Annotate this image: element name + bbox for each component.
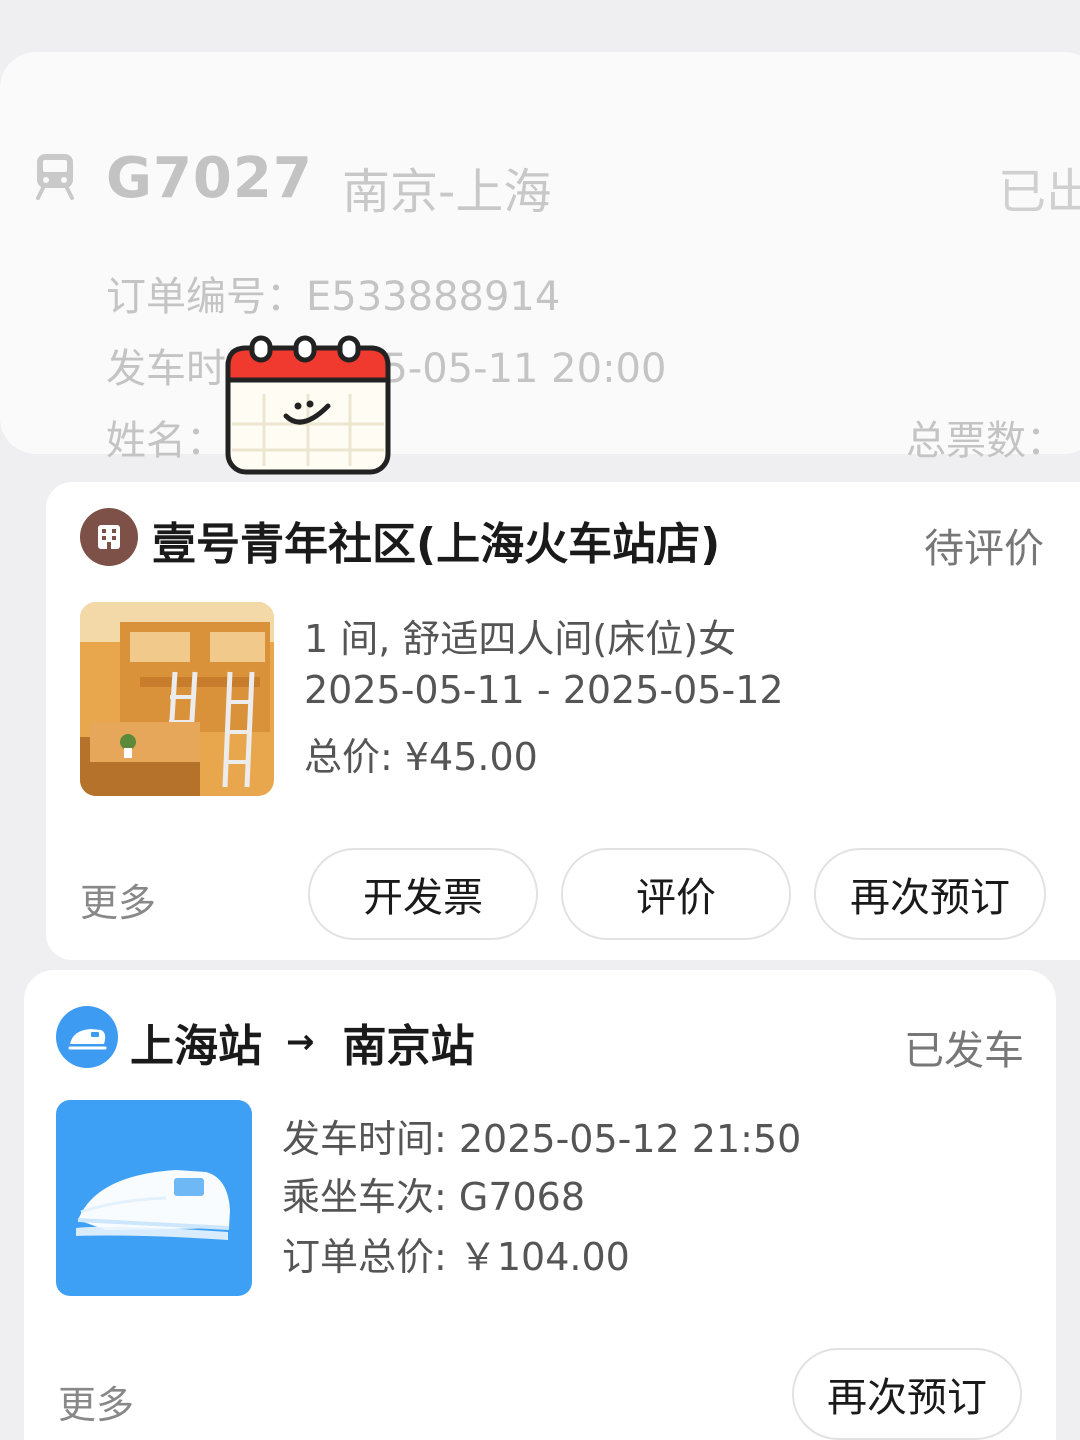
train-number: G7027 (106, 146, 313, 211)
train-order-card[interactable]: 上海站 → 南京站 已发车 发车时间: 2025-05-12 21:50 乘坐车… (24, 970, 1056, 1440)
calendar-smile-sticker (224, 334, 392, 476)
invoice-button[interactable]: 开发票 (308, 848, 538, 940)
order-number-label: 订单编号： (106, 274, 306, 320)
train-rebook-button[interactable]: 再次预订 (792, 1348, 1022, 1440)
origin-station: 上海站 (130, 1021, 262, 1072)
order-number-row: 订单编号：E533888914 (106, 264, 560, 322)
hotel-total-price: 总价: ¥45.00 (304, 735, 538, 779)
hotel-building-icon (80, 508, 138, 566)
order-status: 已出 (998, 164, 1080, 220)
train-depart-time: 发车时间: 2025-05-12 21:50 (282, 1117, 802, 1161)
train-number-info: 乘坐车次: G7068 (282, 1175, 586, 1219)
hotel-order-status: 待评价 (924, 526, 1044, 572)
destination-station: 南京站 (342, 1021, 475, 1072)
passenger-name-label: 姓名： (106, 418, 226, 464)
high-speed-train-icon[interactable] (56, 1100, 252, 1296)
route-arrow: → (286, 1022, 315, 1062)
total-tickets-label: 总票数： (906, 418, 1066, 464)
train-route-title[interactable]: 上海站 → 南京站 (130, 1010, 475, 1074)
train-icon (36, 154, 74, 200)
train-route: 南京-上海 (342, 164, 552, 220)
train-badge-icon (56, 1006, 118, 1068)
hotel-more-link[interactable]: 更多 (80, 872, 156, 927)
train-total-price: 订单总价: ￥104.00 (282, 1235, 630, 1279)
room-description: 1 间, 舒适四人间(床位)女 (304, 617, 737, 661)
train-order-card-faded[interactable]: G7027 南京-上海 已出 订单编号：E533888914 发车时间：2025… (0, 52, 1080, 464)
train-order-status: 已发车 (904, 1028, 1024, 1074)
hotel-rebook-button[interactable]: 再次预订 (814, 848, 1046, 940)
hotel-order-card[interactable]: 壹号青年社区(上海火车站店) 待评价 1 间, 舒适四人间(床位)女 2025-… (46, 482, 1080, 960)
train-more-link[interactable]: 更多 (58, 1374, 134, 1429)
hotel-name[interactable]: 壹号青年社区(上海火车站店) (152, 508, 720, 572)
hotel-room-photo[interactable] (80, 602, 274, 796)
order-number-value: E533888914 (306, 274, 561, 320)
review-button[interactable]: 评价 (561, 848, 791, 940)
stay-dates: 2025-05-11 - 2025-05-12 (304, 668, 784, 712)
